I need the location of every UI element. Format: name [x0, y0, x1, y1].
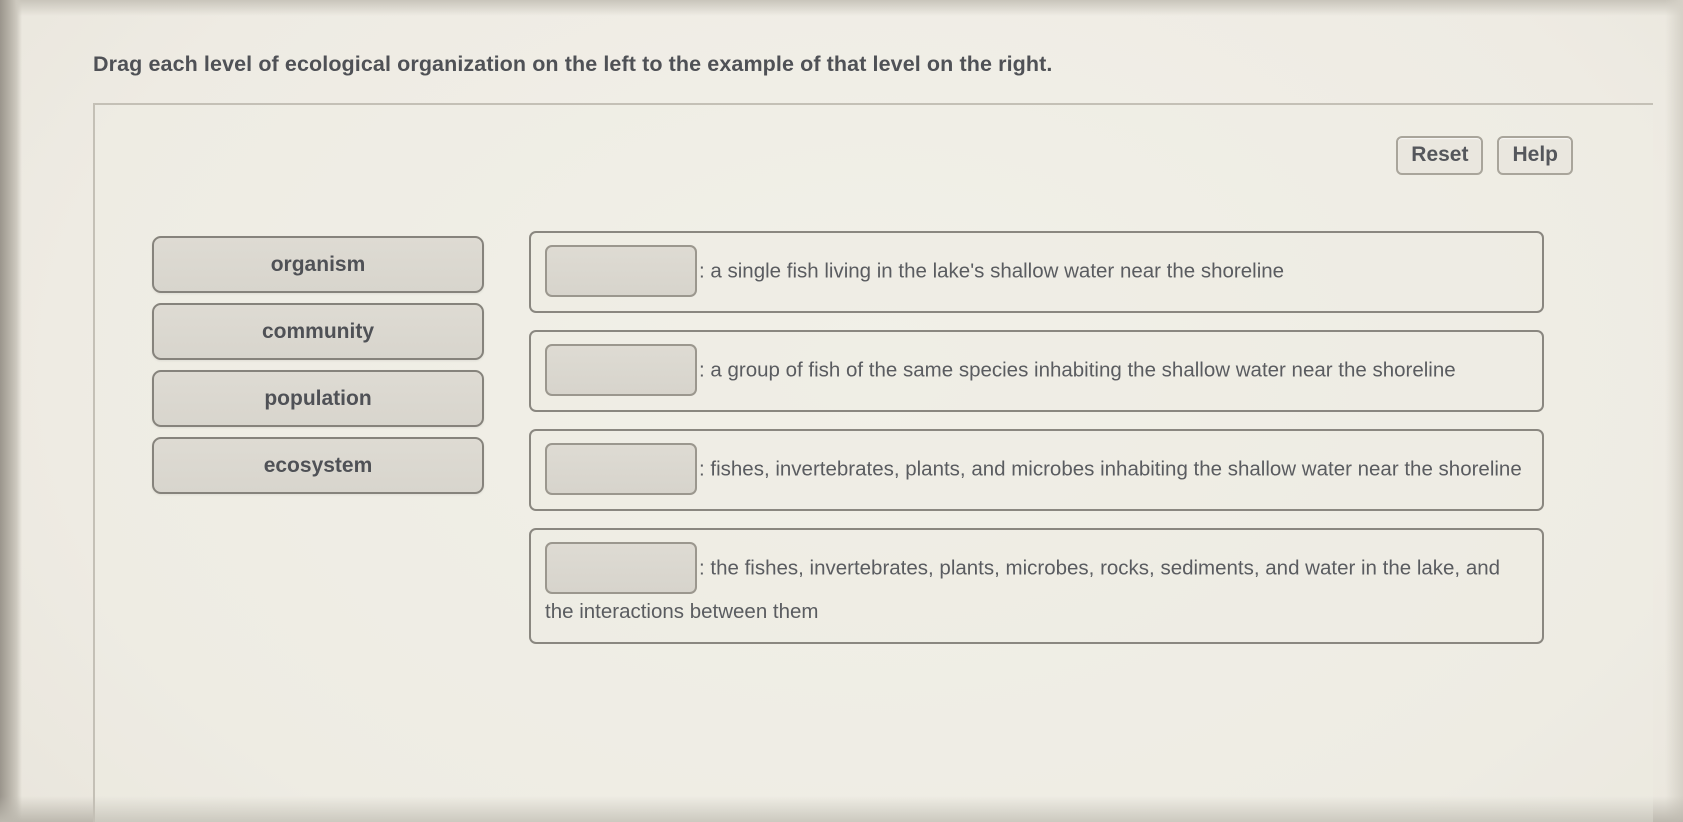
- drop-row: : the fishes, invertebrates, plants, mic…: [529, 528, 1544, 645]
- photo-left-edge: [0, 0, 22, 822]
- drag-tile-community[interactable]: community: [152, 303, 484, 360]
- photo-right-edge: [1665, 0, 1683, 822]
- drop-row-text: : a single fish living in the lake's sha…: [699, 259, 1285, 283]
- drop-zone[interactable]: [545, 344, 697, 396]
- drop-row: : fishes, invertebrates, plants, and mic…: [529, 429, 1544, 511]
- drop-row: : a single fish living in the lake's sha…: [529, 231, 1544, 313]
- drop-zone[interactable]: [545, 542, 697, 594]
- reset-button[interactable]: Reset: [1396, 136, 1484, 175]
- drag-source-column: organism community population ecosystem: [152, 236, 484, 504]
- drop-row-text: : fishes, invertebrates, plants, and mic…: [699, 457, 1522, 481]
- panel-toolbar: Reset Help: [1396, 136, 1573, 175]
- page-title: Drag each level of ecological organizati…: [93, 52, 1053, 76]
- drop-target-column: : a single fish living in the lake's sha…: [529, 231, 1544, 661]
- help-button[interactable]: Help: [1497, 136, 1573, 175]
- drag-tile-ecosystem[interactable]: ecosystem: [152, 437, 484, 494]
- drag-tile-organism[interactable]: organism: [152, 236, 484, 293]
- screenshot-page: Drag each level of ecological organizati…: [0, 0, 1683, 822]
- drag-tile-population[interactable]: population: [152, 370, 484, 427]
- drop-row-text: : a group of fish of the same species in…: [699, 358, 1456, 382]
- question-panel: Reset Help organism community population…: [93, 103, 1653, 822]
- drop-zone[interactable]: [545, 443, 697, 495]
- drop-zone[interactable]: [545, 245, 697, 297]
- drop-row: : a group of fish of the same species in…: [529, 330, 1544, 412]
- photo-top-edge: [0, 0, 1683, 16]
